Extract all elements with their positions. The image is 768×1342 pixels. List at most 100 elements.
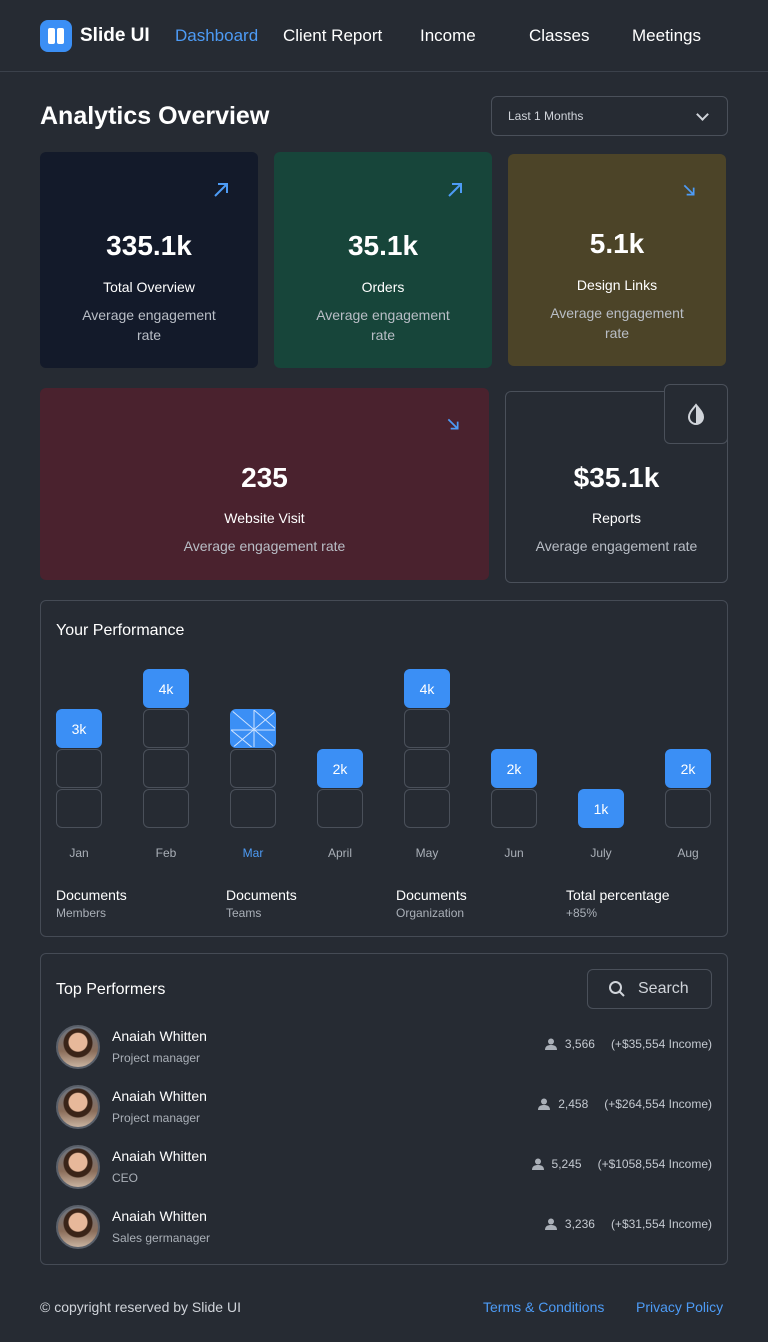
stat-sub: Average engagement rate (535, 538, 698, 554)
bar-cell (317, 789, 363, 828)
stat-label: Website Visit (224, 510, 305, 526)
stat-sub: +85% (566, 906, 598, 920)
stat-label: Total Overview (103, 279, 195, 295)
performer-row[interactable]: Anaiah Whitten CEO 5,245 (+$1058,554 Income… (56, 1145, 712, 1189)
performer-row[interactable]: Anaiah Whitten Project manager 3,566 (+$35,… (56, 1025, 712, 1069)
month-label: Feb (155, 846, 177, 860)
arrow-down-right-icon (447, 418, 459, 430)
performer-role: CEO (112, 1171, 139, 1185)
bar-value-cell[interactable]: 2k (491, 749, 537, 788)
performer-role: Sales germanager (112, 1231, 211, 1245)
performer-income: (+$31,554 Income) (610, 1217, 712, 1231)
logo-icon (40, 20, 72, 52)
month-label: July (590, 846, 612, 860)
month-label: May (415, 846, 439, 860)
month-label: Jun (504, 846, 524, 860)
month-label: Mar (242, 846, 264, 860)
nav-income[interactable]: Income (420, 26, 476, 46)
bar-cell (665, 789, 711, 828)
privacy-link[interactable]: Privacy Policy (636, 1299, 723, 1315)
bar-cell (404, 709, 450, 748)
bar-value-cell[interactable]: 2k (317, 749, 363, 788)
stat-card-total-overview[interactable]: 335.1k Total Overview Average engagement… (40, 152, 258, 368)
bar-cell (404, 789, 450, 828)
date-range-select[interactable]: Last 1 Months (491, 96, 728, 136)
performer-count: 2,458 (558, 1097, 589, 1111)
droplet-icon (687, 403, 705, 425)
nav-client-report[interactable]: Client Report (283, 26, 382, 46)
nav-meetings[interactable]: Meetings (632, 26, 701, 46)
performer-income: (+$264,554 Income) (604, 1097, 712, 1111)
avatar (56, 1025, 100, 1069)
bar-value-cell[interactable]: 2k (665, 749, 711, 788)
stat-title: Total percentage (566, 887, 670, 903)
terms-link[interactable]: Terms & Conditions (483, 1299, 604, 1315)
bar-value-cell[interactable]: 4k (143, 669, 189, 708)
stat-sub: Members (56, 906, 107, 920)
bar-value-cell[interactable]: 3k (56, 709, 102, 748)
bar-cell (143, 789, 189, 828)
stat-title: Documents (396, 887, 467, 903)
user-icon (531, 1158, 544, 1170)
performer-row[interactable]: Anaiah Whitten Sales germanager 3,236 (+$31… (56, 1205, 712, 1249)
bar-cell (230, 789, 276, 828)
stat-sub: Average engagement rate (316, 307, 450, 343)
bar-cell (143, 709, 189, 748)
performer-stats: 3,566 (+$35,554 Income) (544, 1037, 712, 1051)
performer-name: Anaiah Whitten (112, 1088, 207, 1104)
month-label: Aug (677, 846, 699, 860)
month-label: Jan (69, 846, 89, 860)
date-range-value: Last 1 Months (508, 109, 584, 123)
search-icon (609, 981, 625, 997)
performer-stats: 2,458 (+$264,554 Income) (538, 1097, 712, 1111)
stat-value: $35.1k (573, 462, 660, 493)
performer-row[interactable]: Anaiah Whitten Project manager 2,458 (+$264… (56, 1085, 712, 1129)
avatar (56, 1205, 100, 1249)
theme-toggle-button[interactable] (664, 384, 728, 444)
top-navbar: Slide UI Dashboard Client Report Income … (0, 0, 768, 72)
month-label: April (327, 846, 352, 860)
stat-value: 235 (241, 462, 288, 493)
stat-title: Documents (56, 887, 127, 903)
arrow-up-right-icon (448, 183, 462, 197)
search-button[interactable]: Search (587, 969, 712, 1009)
stat-label: Design Links (576, 277, 658, 293)
bar-cell (491, 789, 537, 828)
performer-count: 5,245 (551, 1157, 582, 1171)
stat-sub: Organization (396, 906, 465, 920)
stat-sub: Average engagement rate (183, 538, 346, 554)
stat-card-website-visit[interactable]: 235 Website Visit Average engagement rat… (40, 388, 489, 580)
bar-cell-active-pattern[interactable] (230, 709, 276, 748)
performer-name: Anaiah Whitten (112, 1208, 207, 1224)
performer-name: Anaiah Whitten (112, 1148, 207, 1164)
bar-cell (404, 749, 450, 788)
performance-title: Your Performance (56, 622, 185, 639)
stat-card-orders[interactable]: 35.1k Orders Average engagement rate (274, 152, 492, 368)
avatar (56, 1145, 100, 1189)
stat-value: 35.1k (347, 230, 419, 261)
bar-cell (230, 749, 276, 788)
arrow-up-right-icon (214, 183, 228, 197)
performer-count: 3,236 (564, 1217, 595, 1231)
performer-income: (+$1058,554 Income) (597, 1157, 712, 1171)
bar-value-cell[interactable]: 1k (578, 789, 624, 828)
bar-value-cell[interactable]: 4k (404, 669, 450, 708)
brand-logo[interactable]: Slide UI (40, 20, 150, 52)
avatar (56, 1085, 100, 1129)
bar-cell (56, 789, 102, 828)
search-label: Search (638, 980, 689, 997)
stat-label: Reports (591, 510, 642, 526)
page-title: Analytics Overview (40, 102, 270, 130)
arrow-down-right-icon (683, 184, 695, 196)
performer-income: (+$35,554 Income) (610, 1037, 712, 1051)
nav-dashboard[interactable]: Dashboard (175, 26, 258, 46)
performer-stats: 3,236 (+$31,554 Income) (544, 1217, 712, 1231)
pattern-icon (231, 710, 275, 747)
stat-card-design-links[interactable]: 5.1k Design Links Average engagement rat… (508, 154, 726, 366)
brand-name: Slide UI (80, 25, 150, 46)
nav-classes[interactable]: Classes (529, 26, 589, 46)
performer-count: 3,566 (564, 1037, 595, 1051)
top-performers-title: Top Performers (56, 981, 166, 998)
performer-role: Project manager (112, 1051, 201, 1065)
user-icon (544, 1038, 557, 1050)
